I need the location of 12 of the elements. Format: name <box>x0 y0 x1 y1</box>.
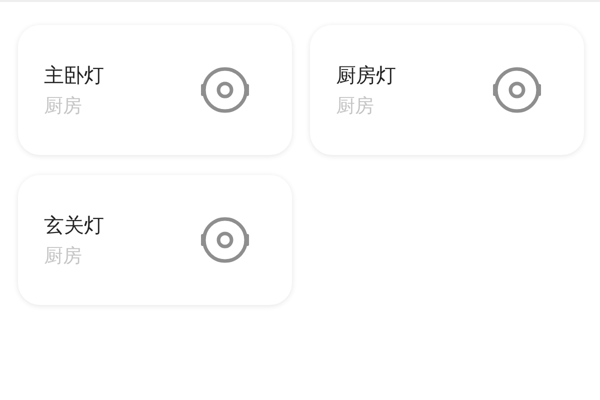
robot-vacuum-icon <box>492 65 542 115</box>
device-card[interactable]: 主卧灯 厨房 <box>18 25 292 155</box>
device-name: 厨房灯 <box>336 62 396 88</box>
device-name: 玄关灯 <box>44 212 104 238</box>
room-label: 厨房 <box>336 94 375 118</box>
device-card[interactable]: 玄关灯 厨房 <box>18 175 292 305</box>
room-label: 厨房 <box>44 244 83 268</box>
device-card[interactable]: 厨房灯 厨房 <box>310 25 584 155</box>
robot-vacuum-icon <box>200 215 250 265</box>
room-label: 厨房 <box>44 94 83 118</box>
robot-vacuum-icon <box>200 65 250 115</box>
device-name: 主卧灯 <box>44 62 104 88</box>
